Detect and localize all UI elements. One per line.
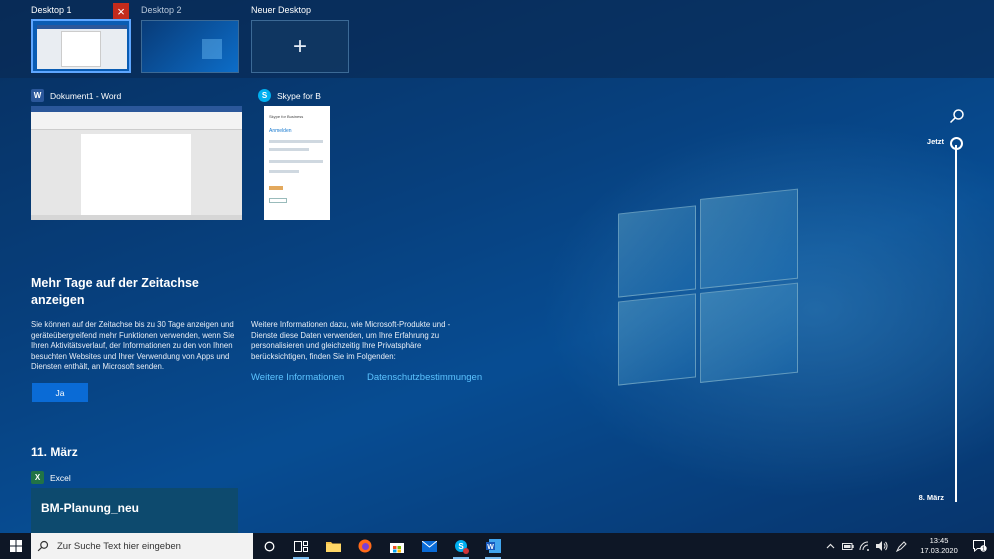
system-tray: 13:45 17.03.2020 1 [822, 533, 994, 559]
pen-icon[interactable] [890, 533, 912, 559]
task-view-icon [294, 540, 308, 552]
mail-icon [421, 540, 437, 552]
store-icon [390, 542, 404, 553]
excel-app-row: X Excel [31, 471, 71, 484]
store-button[interactable] [381, 533, 413, 559]
taskbar: Zur Suche Text hier eingeben S W 13:45 1… [0, 533, 994, 559]
skype-icon: S [454, 539, 469, 554]
cortana-icon [264, 541, 274, 551]
chevron-up-icon[interactable] [822, 533, 839, 559]
network-icon[interactable] [856, 533, 873, 559]
taskbar-search-box[interactable]: Zur Suche Text hier eingeben [31, 533, 253, 559]
volume-icon[interactable] [873, 533, 890, 559]
plus-icon: + [292, 32, 307, 60]
activity-card-excel[interactable]: BM-Planung_neu [31, 488, 238, 533]
word-icon: W [485, 539, 501, 553]
timeline-end-label: 8. März [918, 493, 944, 502]
virtual-desktops-bar: Desktop 1 × Desktop 2 Neuer Desktop + [0, 0, 994, 78]
skype-icon: S [258, 89, 271, 102]
window-thumbnail-word[interactable] [31, 106, 242, 220]
notification-count: 1 [982, 547, 985, 552]
window-title-word: W Dokument1 - Word [31, 89, 121, 102]
search-placeholder: Zur Suche Text hier eingeben [57, 540, 181, 552]
file-explorer-button[interactable] [317, 533, 349, 559]
clock-date: 17.03.2020 [920, 546, 958, 555]
desktop-2-label: Desktop 2 [141, 5, 182, 15]
skype-preview-title: Anmelden [269, 128, 292, 134]
skype-taskbar-button[interactable]: S [445, 533, 477, 559]
firefox-icon [358, 539, 372, 553]
new-desktop-button[interactable]: + [251, 20, 349, 73]
start-button[interactable] [0, 533, 31, 559]
timeline-info-heading: Mehr Tage auf der Zeitachse anzeigen [31, 276, 199, 307]
timeline-handle[interactable] [950, 137, 963, 150]
battery-icon[interactable] [839, 533, 856, 559]
privacy-link[interactable]: Datenschutzbestimmungen [367, 372, 482, 383]
excel-app-label: Excel [50, 472, 71, 483]
new-desktop-label: Neuer Desktop [251, 5, 312, 15]
mail-button[interactable] [413, 533, 445, 559]
task-view-button[interactable] [285, 533, 317, 559]
excel-icon: X [31, 471, 44, 484]
yes-button[interactable]: Ja [32, 383, 88, 402]
svg-text:W: W [487, 544, 494, 551]
search-icon[interactable] [949, 108, 965, 124]
desktop-2-thumbnail[interactable] [141, 20, 239, 73]
desktop-1-label: Desktop 1 [31, 5, 72, 15]
timeline-track[interactable] [955, 145, 957, 502]
folder-icon [325, 542, 341, 552]
taskbar-clock[interactable]: 13:45 17.03.2020 [912, 536, 966, 556]
window-thumbnail-skype[interactable]: Skype for Business Anmelden [264, 106, 330, 220]
activity-card-title: BM-Planung_neu [41, 501, 139, 515]
timeline-date-heading: 11. März [31, 445, 78, 459]
action-center-button[interactable]: 1 [966, 533, 994, 559]
timeline-info-text: Sie können auf der Zeitachse bis zu 30 T… [31, 320, 235, 371]
clock-time: 13:45 [929, 536, 949, 545]
word-icon: W [31, 89, 44, 102]
close-icon[interactable]: × [113, 3, 129, 19]
word-taskbar-button[interactable]: W [477, 533, 509, 559]
firefox-button[interactable] [349, 533, 381, 559]
window-title-word-label: Dokument1 - Word [50, 90, 122, 101]
windows-icon [9, 540, 22, 552]
search-icon [37, 540, 49, 552]
privacy-info-text: Weitere Informationen dazu, wie Microsof… [251, 320, 451, 361]
desktop-1-thumbnail[interactable] [31, 19, 131, 73]
timeline-now-label: Jetzt [926, 137, 944, 146]
cortana-button[interactable] [253, 533, 285, 559]
more-info-link[interactable]: Weitere Informationen [251, 372, 344, 383]
window-title-skype-label: Skype for B [277, 90, 321, 101]
window-title-skype: S Skype for B [258, 89, 321, 102]
skype-preview-header: Skype for Business [269, 114, 304, 119]
notification-icon: 1 [973, 540, 987, 552]
task-view-overlay [0, 0, 994, 533]
